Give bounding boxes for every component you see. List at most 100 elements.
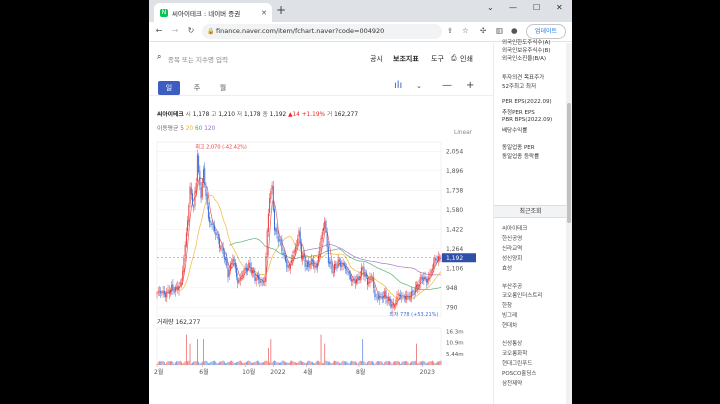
recent-item[interactable]: 한창 [502,301,512,309]
volume-pane[interactable] [156,327,442,366]
candle-body[interactable] [272,186,274,211]
candle-body[interactable] [378,296,380,299]
candle-body[interactable] [182,270,184,282]
candle-body[interactable] [342,262,344,266]
candle-body[interactable] [251,270,253,274]
candle-body[interactable] [362,267,364,269]
candle-body[interactable] [313,260,315,267]
candle-body[interactable] [259,279,261,283]
candle-body[interactable] [433,263,435,269]
recent-item[interactable]: 신라교역 [502,244,522,252]
candle-body[interactable] [397,293,399,296]
candle-body[interactable] [184,244,186,257]
candle-body[interactable] [364,274,366,277]
address-bar[interactable]: 🔒 finance.naver.com/item/fchart.naver?co… [202,24,442,39]
candle-body[interactable] [357,276,359,280]
candle-body[interactable] [244,267,246,271]
candle-body[interactable] [332,272,334,273]
candle-body[interactable] [247,267,249,271]
candle-body[interactable] [291,259,293,264]
candle-body[interactable] [356,279,358,283]
candle-body[interactable] [359,276,361,281]
recent-item[interactable]: 현대차 [502,321,517,329]
candle-body[interactable] [302,254,304,260]
ma-period-120[interactable]: 120 [204,126,215,132]
candle-body[interactable] [309,265,311,269]
candle-body[interactable] [400,294,402,297]
recent-item[interactable]: 삼천제약 [502,379,522,387]
candle-body[interactable] [243,270,245,275]
candle-body[interactable] [322,227,324,232]
candle-body[interactable] [297,238,299,247]
candle-body[interactable] [256,274,258,278]
candle-body[interactable] [207,206,209,219]
candle-body[interactable] [288,264,290,268]
candle-body[interactable] [169,289,171,294]
candle-body[interactable] [277,236,279,242]
candle-body[interactable] [334,263,335,273]
candle-body[interactable] [196,154,198,182]
candle-body[interactable] [384,291,386,298]
candle-body[interactable] [438,256,440,261]
menu-disclosure[interactable]: 공시 [370,54,383,64]
candle-body[interactable] [204,167,206,186]
scale-selector[interactable]: Linear [454,130,472,136]
candle-body[interactable] [203,169,205,183]
candle-body[interactable] [168,290,170,295]
candle-body[interactable] [180,282,182,284]
candle-body[interactable] [424,276,426,279]
candle-body[interactable] [254,272,256,281]
candle-body[interactable] [188,205,190,222]
candle-body[interactable] [269,197,271,213]
tab-daily[interactable]: 일 [158,81,180,95]
candle-body[interactable] [250,267,252,274]
candle-body[interactable] [303,253,305,259]
candle-body[interactable] [369,277,371,284]
candle-body[interactable] [156,293,158,294]
chart-type-candle-icon[interactable]: ılı [394,80,402,91]
search-icon[interactable]: ⌕ [157,52,161,62]
candle-body[interactable] [371,278,373,280]
candle-body[interactable] [300,243,302,259]
candle-body[interactable] [375,295,377,297]
candle-body[interactable] [289,264,291,269]
candle-body[interactable] [392,302,394,306]
candle-body[interactable] [305,265,307,267]
candle-body[interactable] [345,266,347,269]
candle-body[interactable] [307,262,309,268]
recent-item[interactable]: 씨아이테크 [502,224,527,232]
candle-body[interactable] [205,186,207,196]
candle-body[interactable] [234,262,236,269]
candle-body[interactable] [379,295,381,300]
menu-indicator[interactable]: 보조지표 [393,54,419,64]
candle-body[interactable] [391,304,393,309]
candle-body[interactable] [163,290,165,295]
ma-period-60[interactable]: 60 [195,126,204,132]
close-window-icon[interactable]: ✕ [556,3,563,12]
candle-body[interactable] [185,232,187,247]
candle-body[interactable] [198,155,200,173]
profile-avatar-icon[interactable]: ● [511,26,518,35]
forward-icon[interactable]: → [168,26,182,35]
candle-body[interactable] [274,209,276,231]
candle-body[interactable] [320,238,322,247]
candle-body[interactable] [162,290,164,293]
zoom-in-icon[interactable]: + [466,80,474,91]
candle-body[interactable] [177,286,179,290]
candle-body[interactable] [287,265,289,269]
candle-body[interactable] [228,269,230,277]
candle-body[interactable] [237,277,239,284]
candle-body[interactable] [343,262,345,267]
candle-body[interactable] [282,252,284,255]
candle-body[interactable] [374,289,376,298]
candle-body[interactable] [318,255,320,262]
scrollbar-thumb[interactable] [567,103,571,223]
candle-body[interactable] [206,194,208,205]
candle-body[interactable] [436,260,438,262]
candle-body[interactable] [427,280,429,283]
candle-body[interactable] [176,287,178,288]
candle-body[interactable] [376,297,378,299]
candle-body[interactable] [319,247,321,257]
candle-body[interactable] [267,213,269,232]
candle-body[interactable] [218,238,220,248]
